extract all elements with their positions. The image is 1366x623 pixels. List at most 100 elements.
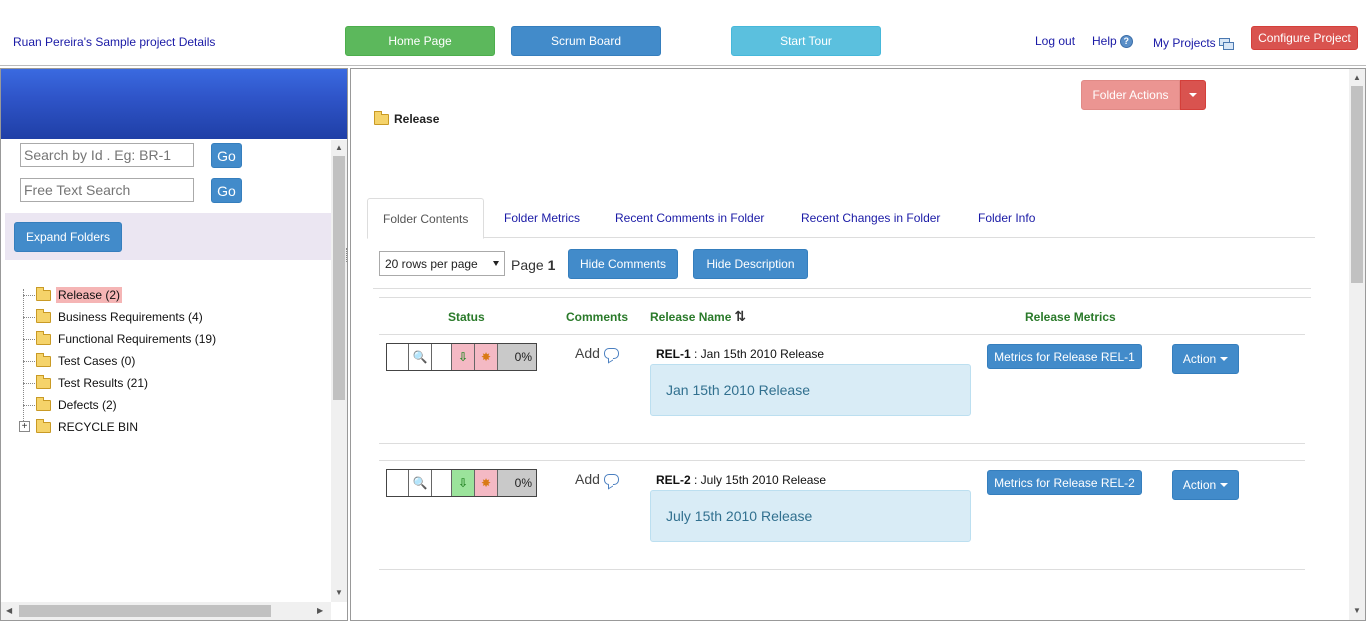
help-label: Help <box>1092 34 1117 48</box>
project-title-link[interactable]: Ruan Pereira's Sample project Details <box>13 35 215 49</box>
action-button-rel-1[interactable]: Action <box>1172 344 1239 374</box>
add-comment-link[interactable]: Add <box>575 345 619 361</box>
scroll-thumb[interactable] <box>333 156 345 400</box>
dropdown-arrow-icon <box>493 261 499 266</box>
release-description: Jan 15th 2010 Release <box>650 364 971 416</box>
release-name-label: Release Name <box>650 309 732 324</box>
page-number: 1 <box>547 257 556 273</box>
hide-description-button[interactable]: Hide Description <box>693 249 808 279</box>
scroll-left-icon[interactable]: ◀ <box>6 606 12 615</box>
add-label: Add <box>575 471 600 487</box>
panel-splitter[interactable] <box>346 248 349 262</box>
expand-plus-icon[interactable]: + <box>19 421 30 432</box>
expand-folders-button[interactable]: Expand Folders <box>14 222 122 252</box>
scroll-right-icon[interactable]: ▶ <box>317 606 323 615</box>
chevron-down-icon <box>1189 93 1197 97</box>
tree-item-test-results[interactable]: Test Results (21) <box>17 372 218 394</box>
down-arrow-icon: ⇩ <box>452 470 475 496</box>
comment-bubble-icon <box>603 473 619 485</box>
tab-folder-info[interactable]: Folder Info <box>963 198 1050 238</box>
free-text-search-input[interactable] <box>20 178 194 202</box>
my-projects-label: My Projects <box>1153 36 1216 50</box>
action-button-rel-2[interactable]: Action <box>1172 470 1239 500</box>
release-title[interactable]: REL-2 : July 15th 2010 Release <box>656 473 826 487</box>
free-text-go-button[interactable]: Go <box>211 178 242 203</box>
tree-item-test-cases[interactable]: Test Cases (0) <box>17 350 218 372</box>
column-header-release-metrics: Release Metrics <box>1025 310 1116 324</box>
scrum-board-button[interactable]: Scrum Board <box>511 26 661 56</box>
hide-comments-button[interactable]: Hide Comments <box>568 249 678 279</box>
tab-recent-changes[interactable]: Recent Changes in Folder <box>786 198 955 238</box>
tree-item-business-requirements[interactable]: Business Requirements (4) <box>17 306 218 328</box>
tree-item-defects[interactable]: Defects (2) <box>17 394 218 416</box>
scroll-up-icon[interactable]: ▲ <box>335 143 343 152</box>
add-label: Add <box>575 345 600 361</box>
divider <box>379 443 1305 444</box>
logout-link[interactable]: Log out <box>1035 34 1075 48</box>
folder-icon <box>36 352 51 367</box>
folder-tree: Release (2) Business Requirements (4) Fu… <box>17 284 218 438</box>
divider <box>379 297 1311 298</box>
add-comment-link[interactable]: Add <box>575 471 619 487</box>
breadcrumb: Release <box>374 110 440 126</box>
divider <box>373 288 1311 289</box>
chevron-down-icon <box>1220 357 1229 361</box>
release-name: : July 15th 2010 Release <box>690 473 827 487</box>
tab-recent-comments[interactable]: Recent Comments in Folder <box>600 198 779 238</box>
sidebar-vertical-scrollbar[interactable]: ▲ ▼ <box>331 140 347 602</box>
tree-item-label: Test Results (21) <box>58 376 149 390</box>
progress-value: 0% <box>498 344 536 370</box>
release-title[interactable]: REL-1 : Jan 15th 2010 Release <box>656 347 824 361</box>
breadcrumb-label: Release <box>394 112 440 126</box>
action-label: Action <box>1182 352 1217 366</box>
divider <box>379 460 1305 461</box>
help-link[interactable]: Help ? <box>1092 34 1133 48</box>
folder-actions-button[interactable]: Folder Actions <box>1081 80 1180 110</box>
rows-per-page-select[interactable]: 20 rows per page <box>379 251 505 276</box>
home-page-button[interactable]: Home Page <box>345 26 495 56</box>
tree-item-label: Business Requirements (4) <box>58 310 203 324</box>
folder-actions-caret[interactable] <box>1180 80 1206 110</box>
star-burst-icon: ✸ <box>475 344 498 370</box>
release-id: REL-1 <box>656 347 691 361</box>
tab-folder-contents[interactable]: Folder Contents <box>367 198 485 239</box>
folder-icon <box>36 374 51 389</box>
search-id-go-button[interactable]: Go <box>211 143 242 168</box>
folder-icon <box>36 330 51 345</box>
star-burst-icon: ✸ <box>475 470 498 496</box>
down-arrow-icon: ⇩ <box>452 344 475 370</box>
help-icon: ? <box>1119 34 1133 48</box>
sort-icon[interactable]: ⇅ <box>734 308 746 325</box>
tree-item-release[interactable]: Release (2) <box>17 284 218 306</box>
main-vertical-scrollbar[interactable]: ▲ ▼ <box>1349 69 1365 620</box>
release-description: July 15th 2010 Release <box>650 490 971 542</box>
action-label: Action <box>1182 478 1217 492</box>
metrics-button-rel-1[interactable]: Metrics for Release REL-1 <box>987 344 1142 369</box>
metrics-button-rel-2[interactable]: Metrics for Release REL-2 <box>987 470 1142 495</box>
column-header-release-name[interactable]: Release Name ⇅ <box>650 308 746 325</box>
projects-icon <box>1218 38 1235 52</box>
progress-value: 0% <box>498 470 536 496</box>
my-projects-link[interactable]: My Projects <box>1153 34 1235 52</box>
configure-project-button[interactable]: Configure Project <box>1251 26 1358 50</box>
scroll-down-icon[interactable]: ▼ <box>1353 606 1361 615</box>
sidebar-horizontal-scrollbar[interactable]: ◀ ▶ <box>1 602 331 620</box>
folder-tabs: Folder Contents Folder Metrics Recent Co… <box>367 198 1315 239</box>
start-tour-button[interactable]: Start Tour <box>731 26 881 56</box>
column-header-comments: Comments <box>566 310 629 324</box>
tree-item-recycle-bin[interactable]: + RECYCLE BIN <box>17 416 218 438</box>
column-header-status[interactable]: Status <box>448 310 485 324</box>
scroll-thumb[interactable] <box>19 605 271 617</box>
magnifier-icon[interactable]: 🔍 <box>409 470 432 496</box>
chevron-down-icon <box>1220 483 1229 487</box>
search-id-input[interactable] <box>20 143 194 167</box>
tab-folder-metrics[interactable]: Folder Metrics <box>489 198 595 238</box>
tree-item-functional-requirements[interactable]: Functional Requirements (19) <box>17 328 218 350</box>
folder-actions-dropdown[interactable]: Folder Actions <box>1081 80 1206 110</box>
scroll-up-icon[interactable]: ▲ <box>1353 73 1361 82</box>
tree-item-label: Release (2) <box>56 287 123 303</box>
scroll-down-icon[interactable]: ▼ <box>335 588 343 597</box>
magnifier-icon[interactable]: 🔍 <box>409 344 432 370</box>
status-indicator: 🔍 ⇩ ✸ 0% <box>386 343 537 371</box>
scroll-thumb[interactable] <box>1351 86 1363 283</box>
